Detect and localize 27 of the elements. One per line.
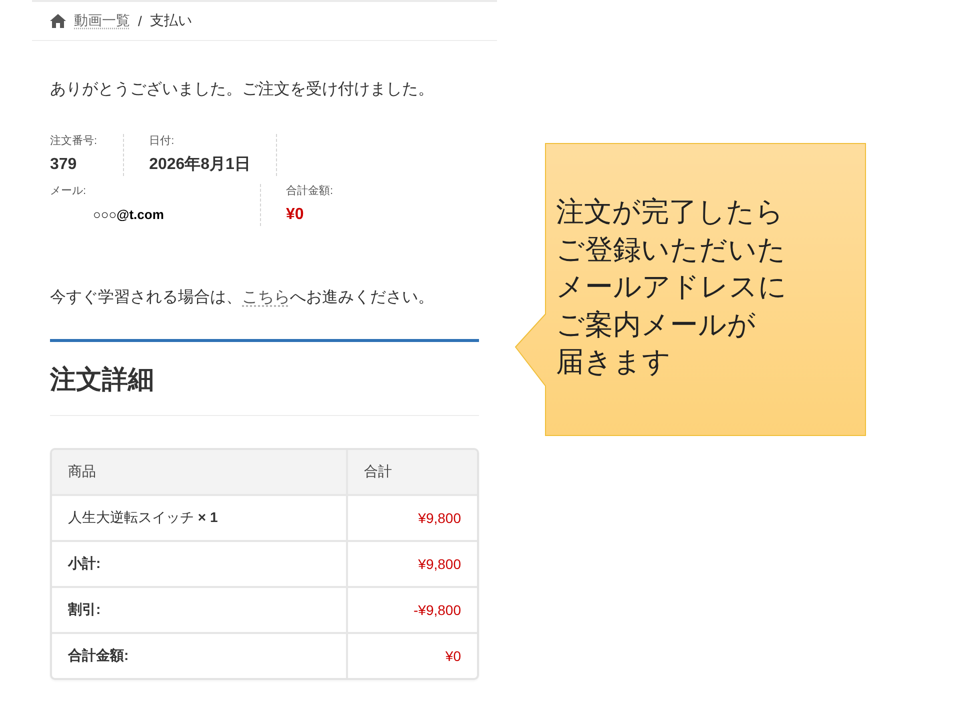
overview-label: メール:: [50, 184, 86, 198]
breadcrumb-link[interactable]: 動画一覧: [74, 12, 130, 30]
table-cell: 合計金額:: [52, 633, 347, 678]
overview-value: 2026年8月1日: [149, 154, 250, 175]
table-cell: 割引:: [52, 587, 347, 633]
column-header: 商品: [52, 450, 347, 495]
home-icon[interactable]: [50, 14, 66, 28]
table-cell: ¥0: [347, 633, 477, 678]
overview-label: 注文番号:: [50, 134, 98, 148]
overview-value: ¥0: [286, 205, 304, 225]
breadcrumb-current: 支払い: [150, 12, 192, 30]
table-cell: -¥9,800: [347, 587, 477, 633]
breadcrumb-separator: /: [138, 13, 142, 29]
table-cell: 小計:: [52, 541, 347, 587]
table-cell: 人生大逆転スイッチ × 1: [52, 495, 347, 541]
overview-label: 日付:: [149, 134, 174, 148]
table-cell: ¥9,800: [347, 495, 477, 541]
table-cell: ¥9,800: [347, 541, 477, 587]
overview-label: 合計金額:: [286, 184, 334, 198]
callout-text: 注文が完了したら ご登録いただいた メールアドレスに ご案内メールが 届きます: [556, 195, 787, 379]
column-header: 合計: [347, 450, 477, 495]
next-step-text: 今すぐ学習される場合は、こちらへお進みください。: [50, 288, 434, 308]
overview-value: ○○○@t.com: [93, 206, 164, 224]
thank-you-message: ありがとうございました。ご注文を受け付けました。: [50, 80, 434, 100]
overview-value: 379: [50, 155, 77, 175]
section-heading: 注文詳細: [50, 363, 154, 396]
here-link[interactable]: こちら: [242, 289, 290, 306]
